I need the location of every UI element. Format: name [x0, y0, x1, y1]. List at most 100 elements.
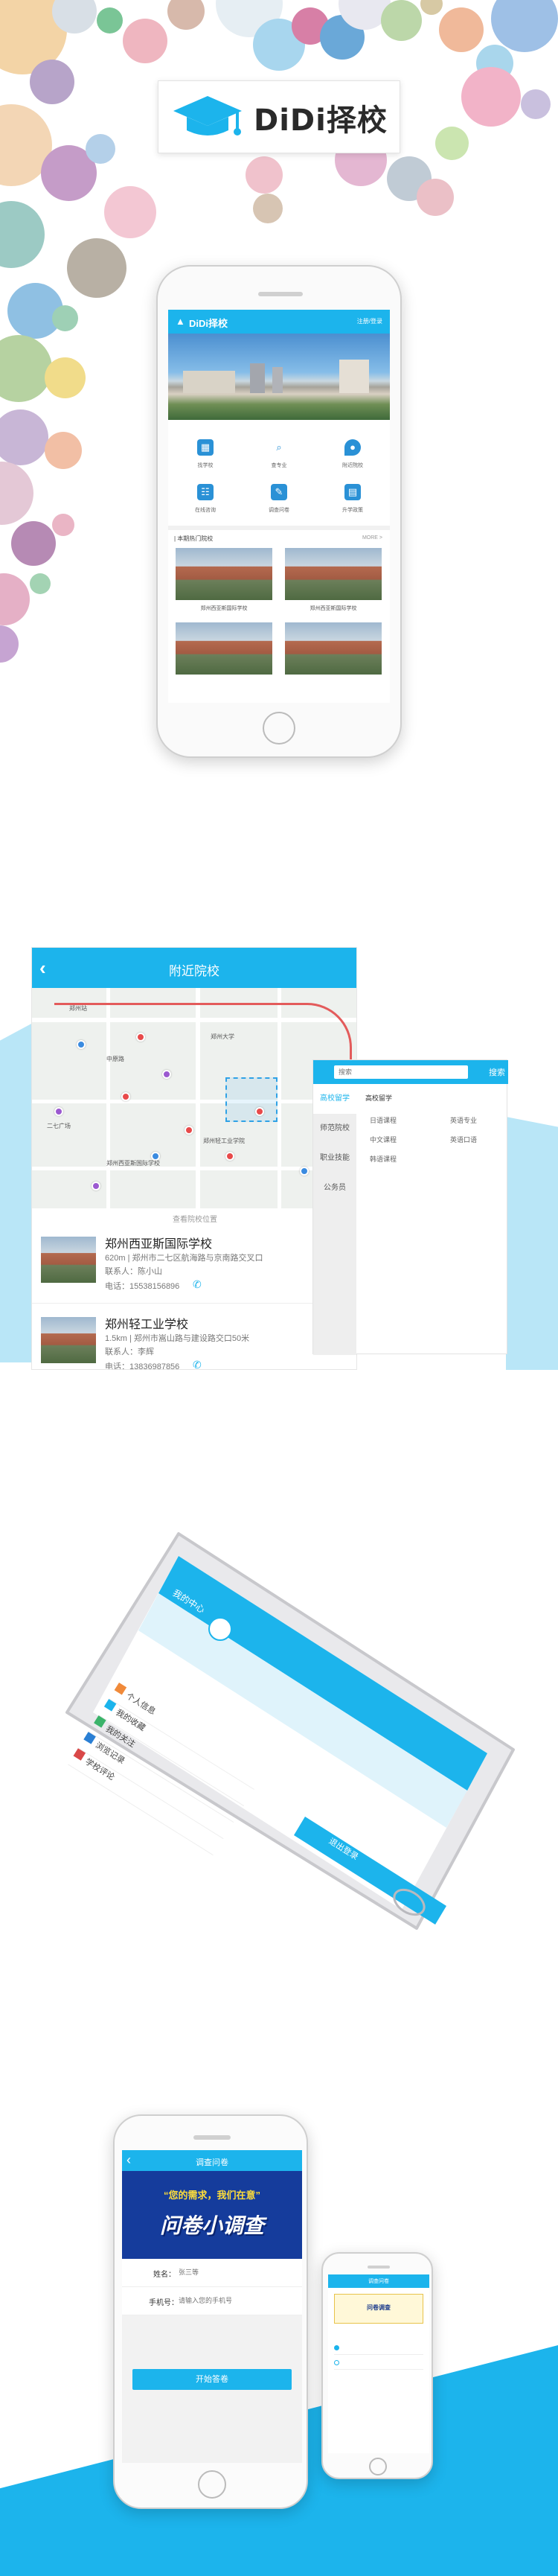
survey-icon: ✎ [271, 484, 287, 500]
filter-search-button[interactable]: 搜索 [489, 1066, 505, 1078]
filter-option[interactable]: 日语课程 [370, 1115, 397, 1125]
icon-policy-label: 升学政策 [342, 508, 363, 513]
filter-search-input[interactable] [334, 1065, 468, 1079]
phone-input[interactable] [179, 2294, 283, 2307]
banner-title: 问卷小调查 [159, 2214, 264, 2237]
phone-speaker [368, 2266, 390, 2269]
school-thumbnail [41, 1237, 96, 1283]
school-name: 郑州轻工业学校 [105, 1319, 189, 1331]
map-label: 郑州站 [69, 1005, 87, 1012]
category-item[interactable]: 师范院校 [313, 1114, 356, 1144]
icon-survey[interactable]: ✎ 调查问卷 [242, 484, 316, 514]
map-hint: 查看院校位置 [173, 1216, 217, 1224]
school-contact: 联系人：李辉 [105, 1348, 154, 1356]
option-row[interactable] [334, 2358, 423, 2370]
school-name: 郑州西亚斯国际学校 [105, 1238, 213, 1251]
category-item-active[interactable]: 高校留学 [313, 1084, 356, 1114]
filter-option[interactable]: 中文课程 [370, 1135, 397, 1144]
icon-consult-label: 在线咨询 [195, 508, 216, 513]
phone-home-button [263, 712, 295, 745]
home-title: DiDi择校 [189, 318, 228, 329]
section-divider [168, 526, 390, 530]
name-label: 姓名： [153, 2271, 176, 2279]
profile-phone-mockup: 我的中心 个人信息 我的收藏 我的关注 浏览记录 学校评论 退出登录 [60, 1526, 536, 1943]
phone-icon[interactable]: ✆ [193, 1359, 202, 1369]
filter-option[interactable]: 韩语课程 [370, 1154, 397, 1164]
phone-row: 手机号： [122, 2287, 302, 2315]
icon-policy[interactable]: ▤ 升学政策 [315, 484, 390, 514]
small-survey-header: 调查问卷 [328, 2274, 429, 2288]
map-view[interactable]: 郑州站 中原路 郑州大学 二七广场 郑州轻工业学院 郑州西亚斯国际学校 [32, 988, 356, 1208]
school-card[interactable] [285, 622, 382, 675]
map-label: 郑州轻工业学院 [203, 1138, 245, 1144]
survey-header: ‹ 调查问卷 [122, 2150, 302, 2171]
page: { "brand": { "logo_text": "DiDi择校", "acc… [0, 0, 558, 2576]
icon-consult[interactable]: ☷ 在线咨询 [168, 484, 243, 514]
start-survey-button[interactable]: 开始答卷 [132, 2369, 292, 2390]
hot-schools-more[interactable]: MORE > [362, 535, 382, 541]
home-icon-grid: ▦ 找学校 ⌕ 查专业 ● 附近院校 ☷ 在线咨询 ✎ 调查问卷 ▤ 升学政策 [168, 420, 390, 517]
filter-option[interactable]: 英语口语 [450, 1135, 477, 1144]
section-hero: DiDi择校 ▲ DiDi择校 注册/登录 ▦ 找学校 ⌕ 查专业 ● 附近院校… [0, 0, 558, 819]
category-item[interactable]: 职业技能 [313, 1144, 356, 1173]
name-input[interactable] [179, 2266, 275, 2279]
filter-option[interactable]: 英语专业 [450, 1115, 477, 1125]
school-photo [176, 548, 272, 600]
icon-major-label: 查专业 [271, 463, 287, 468]
radio-icon [334, 2345, 339, 2350]
nearby-screen: ‹ 附近院校 郑州站 中原路 郑州大学 二七广场 郑州轻工业学院 郑州西亚斯国际… [31, 947, 357, 1370]
small-banner-text: 问卷调查 [367, 2304, 391, 2311]
nearby-header: ‹ 附近院校 [32, 948, 356, 988]
phone-icon[interactable]: ✆ [193, 1278, 202, 1291]
map-label: 郑州大学 [211, 1033, 234, 1040]
school-caption: 郑州西亚斯国际学校 [310, 606, 357, 611]
survey-screen: ‹ 调查问卷 “您的需求，我们在意” 问卷小调查 姓名： 手机号： 开始答卷 [122, 2150, 302, 2463]
nearby-title: 附近院校 [169, 964, 219, 978]
small-survey-title: 调查问卷 [368, 2279, 389, 2284]
school-list-item[interactable]: 郑州轻工业学校 1.5km | 郑州市嵩山路与建设路交口50米 联系人：李辉 电… [32, 1304, 356, 1370]
school-card[interactable]: 郑州西亚斯国际学校 [176, 548, 272, 612]
small-survey-screen: 调查问卷 问卷调查 [328, 2274, 429, 2453]
home-logo-icon: ▲ [176, 316, 185, 327]
option-row[interactable] [334, 2343, 423, 2355]
school-card[interactable]: 郑州西亚斯国际学校 [285, 548, 382, 612]
filter-category-list: 高校留学 师范院校 职业技能 公务员 [313, 1084, 356, 1355]
banner-slogan: “您的需求，我们在意” [163, 2190, 260, 2201]
survey-phone-mockup: ‹ 调查问卷 “您的需求，我们在意” 问卷小调查 姓名： 手机号： 开始答卷 [113, 2114, 308, 2509]
avatar [208, 1617, 232, 1641]
phone-label: 手机号： [149, 2299, 179, 2307]
graduation-cap-icon [173, 96, 242, 136]
map-label: 二七广场 [47, 1123, 71, 1129]
home-phone-mockup: ▲ DiDi择校 注册/登录 ▦ 找学校 ⌕ 查专业 ● 附近院校 ☷ 在线咨询… [156, 265, 402, 758]
home-header: ▲ DiDi择校 注册/登录 [168, 310, 390, 334]
phone-home-button [198, 2470, 226, 2499]
school-list-item[interactable]: 郑州西亚斯国际学校 620m | 郑州市二七区航海路与京南路交叉口 联系人：陈小… [32, 1223, 356, 1304]
location-icon: ● [344, 439, 361, 456]
phone-speaker [193, 2135, 231, 2140]
icon-major[interactable]: ⌕ 查专业 [242, 439, 316, 469]
phone-home-button [369, 2458, 387, 2475]
category-item[interactable]: 公务员 [313, 1173, 356, 1203]
icon-nearby[interactable]: ● 附近院校 [315, 439, 390, 469]
school-photo [285, 622, 382, 675]
map-label: 郑州西亚斯国际学校 [106, 1160, 160, 1167]
login-link[interactable]: 注册/登录 [357, 317, 382, 325]
bg-blue-right [506, 1117, 558, 1370]
icon-nearby-label: 附近院校 [342, 463, 363, 468]
icon-find-school[interactable]: ▦ 找学校 [168, 439, 243, 469]
school-phone: 电话：15538156896 [105, 1282, 180, 1291]
radio-icon [334, 2360, 339, 2365]
school-card[interactable] [176, 622, 272, 675]
small-survey-phone-mockup: 调查问卷 问卷调查 [321, 2252, 433, 2479]
school-caption: 郑州西亚斯国际学校 [200, 606, 248, 611]
filter-header: 搜索 [313, 1060, 508, 1084]
survey-title: 调查问卷 [196, 2158, 228, 2167]
filter-panel: 搜索 高校留学 师范院校 职业技能 公务员 高校留学 日语课程 英语专业 中文课… [312, 1059, 508, 1355]
home-banner [168, 334, 390, 420]
filter-subhead: 高校留学 [365, 1094, 393, 1102]
icon-survey-label: 调查问卷 [269, 508, 289, 513]
school-phone: 电话：13836987856 [105, 1362, 180, 1370]
search-icon: ⌕ [276, 441, 282, 453]
school-photo [176, 622, 272, 675]
home-screen: ▲ DiDi择校 注册/登录 ▦ 找学校 ⌕ 查专业 ● 附近院校 ☷ 在线咨询… [168, 310, 390, 703]
